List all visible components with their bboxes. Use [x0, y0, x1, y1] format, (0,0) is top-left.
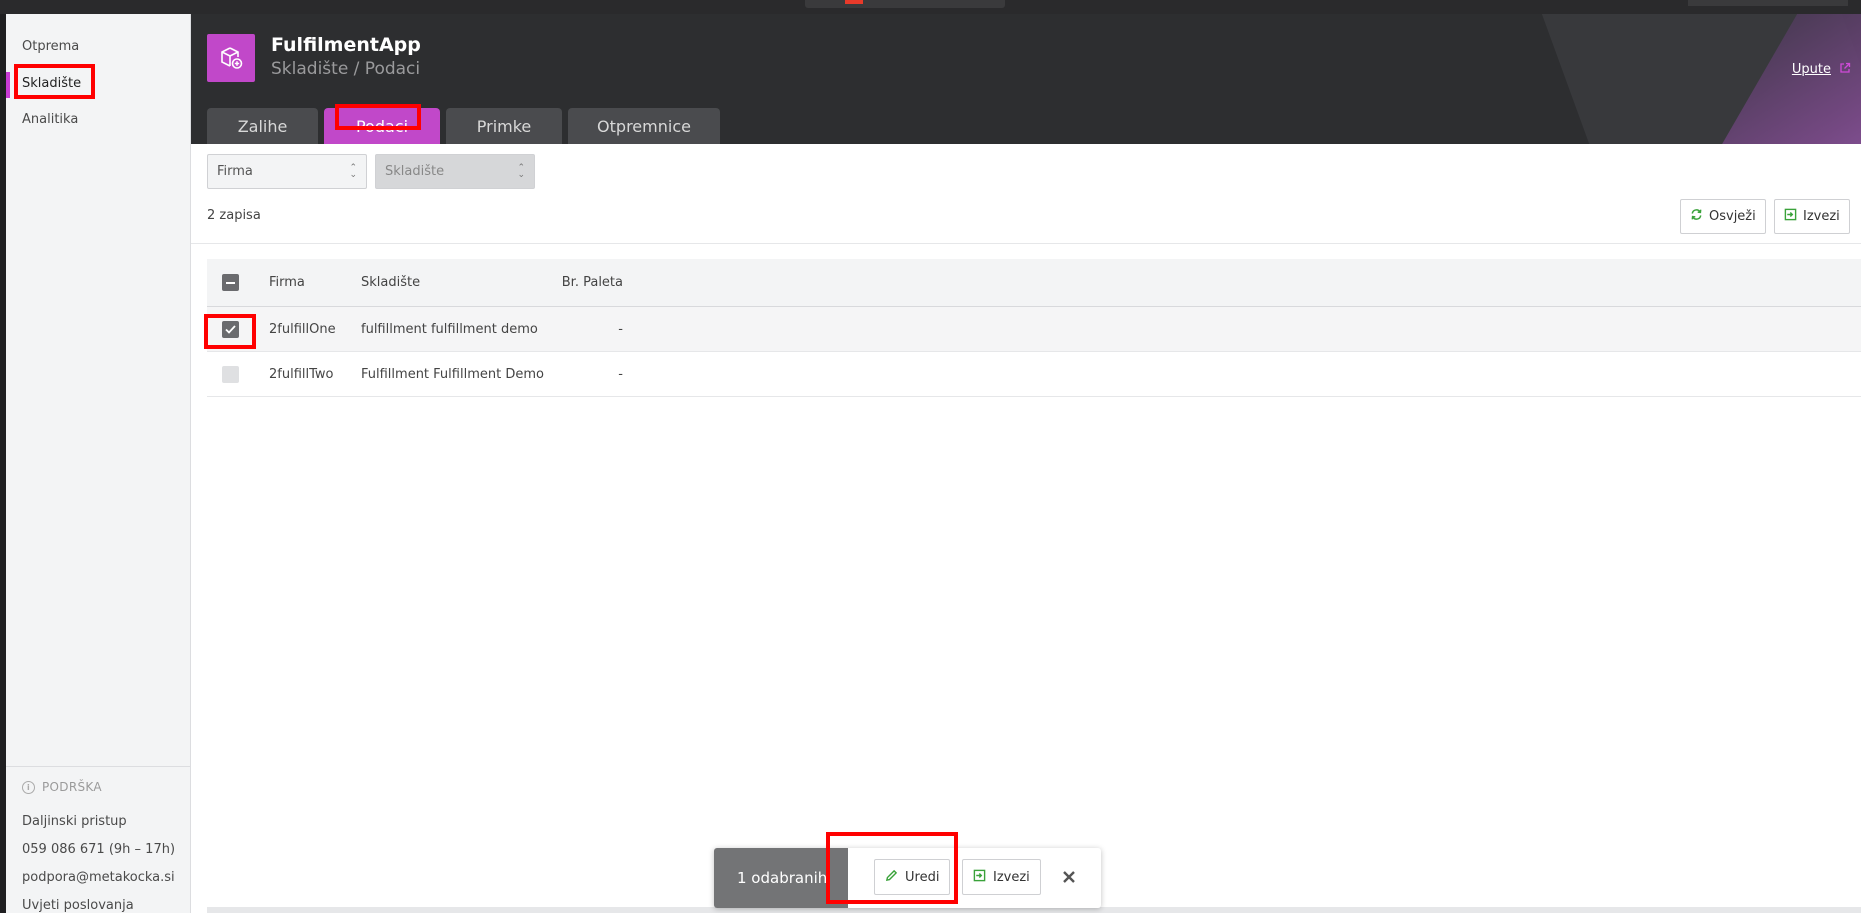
- column-header-br-paleta[interactable]: Br. Paleta: [547, 259, 623, 306]
- sidebar: Otprema Skladište Analitika i PODRŠKA Da…: [6, 14, 191, 913]
- window-top-strip: [0, 0, 1861, 14]
- sidebar-item-skladiste[interactable]: Skladište: [22, 76, 81, 91]
- top-tab-indicator: [805, 0, 1005, 8]
- selection-export-button[interactable]: Izvezi: [962, 859, 1041, 895]
- export-icon: [973, 869, 986, 886]
- info-icon: i: [22, 780, 35, 794]
- support-email[interactable]: podpora@metakocka.si: [22, 870, 175, 885]
- sidebar-divider: [6, 766, 191, 767]
- support-phone: 059 086 671 (9h – 17h): [22, 842, 176, 857]
- table-header: Firma Skladište Br. Paleta: [207, 259, 1861, 307]
- row-checkbox[interactable]: [222, 320, 239, 338]
- table-row[interactable]: 2fulfillTwo Fulfillment Fulfillment Demo…: [207, 352, 1861, 397]
- tab-podaci[interactable]: Podaci: [324, 108, 440, 144]
- cell-warehouse: fulfillment fulfillment demo: [361, 321, 538, 337]
- export-label: Izvezi: [1803, 209, 1840, 224]
- warehouse-filter-placeholder: Skladište: [385, 164, 445, 179]
- tab-primke[interactable]: Primke: [446, 108, 562, 144]
- top-right-indicator: [1688, 0, 1848, 6]
- support-remote-access[interactable]: Daljinski pristup: [22, 814, 127, 829]
- support-heading: i PODRŠKA: [22, 780, 102, 794]
- selection-action-bar: 1 odabranih Uredi Izvezi: [714, 848, 1101, 908]
- app-header: FulfilmentApp Skladište / Podaci Upute Z…: [191, 14, 1861, 144]
- record-count: 2 zapisa: [207, 208, 261, 223]
- chevron-updown-icon: ⌃ ⌄: [349, 162, 357, 180]
- breadcrumb: Skladište / Podaci: [271, 59, 421, 79]
- main-content: Firma ⌃ ⌄ Skladište ⌃ ⌄ 2 zapisa Osvježi I…: [191, 144, 1861, 913]
- sidebar-active-indicator: [6, 72, 10, 98]
- close-icon[interactable]: [1054, 861, 1084, 893]
- toolbar-divider: [191, 243, 1861, 244]
- help-link[interactable]: Upute: [1792, 62, 1851, 77]
- table-row[interactable]: 2fulfillOne fulfillment fulfillment demo…: [207, 307, 1861, 352]
- pencil-icon: [885, 869, 898, 886]
- data-table: Firma Skladište Br. Paleta 2fulfillOne f…: [207, 259, 1861, 397]
- help-label: Upute: [1791, 62, 1831, 77]
- support-terms[interactable]: Uvjeti poslovanja: [22, 898, 134, 913]
- company-filter-select[interactable]: Firma ⌃ ⌄: [207, 154, 367, 189]
- cell-company: 2fulfillOne: [269, 321, 336, 337]
- sidebar-item-otprema[interactable]: Otprema: [22, 39, 79, 54]
- tab-bar: Zalihe Podaci Primke Otpremnice: [207, 108, 720, 144]
- select-all-checkbox[interactable]: [222, 274, 239, 291]
- column-header-skladiste[interactable]: Skladište: [361, 259, 420, 306]
- warehouse-filter-select[interactable]: Skladište ⌃ ⌄: [375, 154, 535, 189]
- app-title: FulfilmentApp: [271, 34, 421, 56]
- cell-pallets: -: [618, 321, 623, 337]
- company-filter-placeholder: Firma: [217, 164, 253, 179]
- edit-button[interactable]: Uredi: [874, 859, 951, 895]
- export-icon: [1784, 208, 1797, 225]
- refresh-label: Osvježi: [1709, 209, 1756, 224]
- external-link-icon: [1839, 62, 1851, 77]
- selection-export-label: Izvezi: [993, 869, 1030, 885]
- row-checkbox[interactable]: [222, 365, 239, 383]
- sidebar-item-analitika[interactable]: Analitika: [22, 112, 78, 127]
- cell-company: 2fulfillTwo: [269, 366, 334, 382]
- column-header-firma[interactable]: Firma: [269, 259, 305, 306]
- selected-count: 1 odabranih: [714, 848, 848, 908]
- tab-zalihe[interactable]: Zalihe: [207, 108, 318, 144]
- edit-label: Uredi: [905, 869, 940, 885]
- tab-otpremnice[interactable]: Otpremnice: [568, 108, 720, 144]
- refresh-button[interactable]: Osvježi: [1680, 199, 1766, 234]
- support-title: PODRŠKA: [42, 780, 102, 794]
- cell-pallets: -: [618, 366, 623, 382]
- refresh-icon: [1690, 208, 1703, 225]
- app-logo-icon: [207, 34, 255, 82]
- chevron-updown-icon: ⌃ ⌄: [517, 162, 525, 180]
- export-button[interactable]: Izvezi: [1774, 199, 1850, 234]
- cell-warehouse: Fulfillment Fulfillment Demo: [361, 366, 544, 382]
